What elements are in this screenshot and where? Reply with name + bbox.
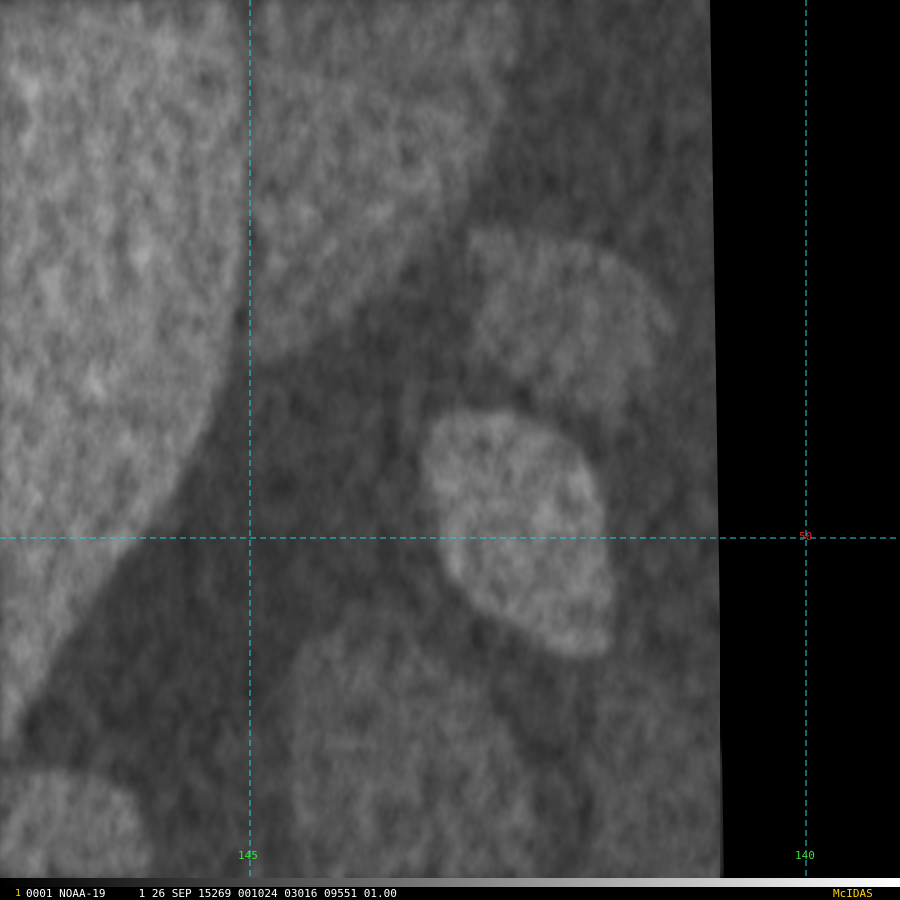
image-metadata-line: 0001 NOAA-19 1 26 SEP 15269 001024 03016… — [26, 887, 397, 900]
longitude-label-145: 145 — [238, 849, 258, 862]
grayscale-calibration-bar — [0, 878, 900, 887]
lat-lon-grid — [0, 0, 900, 878]
longitude-label-140: 140 — [795, 849, 815, 862]
mcidas-label: McIDAS — [833, 887, 873, 900]
frame-number: 1 — [15, 888, 22, 899]
latitude-label-50: 50 — [799, 530, 813, 543]
satellite-image-frame: 50 145 140 1 0001 NOAA-19 1 26 SEP 15269… — [0, 0, 900, 900]
